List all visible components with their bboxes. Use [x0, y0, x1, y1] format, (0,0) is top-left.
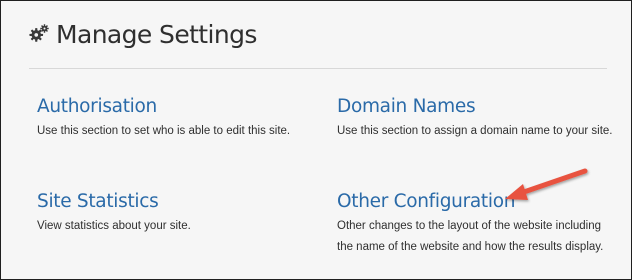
other-configuration-description: Other changes to the layout of the websi…	[337, 216, 603, 258]
site-statistics-link[interactable]: Site Statistics	[37, 191, 191, 213]
page-header: Manage Settings	[28, 17, 257, 51]
manage-settings-panel: Manage Settings Authorisation Use this s…	[0, 0, 632, 280]
other-configuration-description-line: the name of the website and how the resu…	[337, 241, 604, 253]
header-divider	[29, 68, 607, 69]
section-authorisation: Authorisation Use this section to set wh…	[37, 96, 290, 142]
page-title: Manage Settings	[56, 19, 257, 49]
gears-icon	[29, 24, 49, 42]
authorisation-link[interactable]: Authorisation	[37, 96, 290, 118]
section-domain-names: Domain Names Use this section to assign …	[337, 96, 613, 142]
other-configuration-description-line: Other changes to the layout of the websi…	[337, 220, 602, 232]
arrow-pointer-icon	[505, 168, 588, 200]
site-statistics-description: View statistics about your site.	[37, 220, 191, 232]
authorisation-description: Use this section to set who is able to e…	[37, 125, 291, 137]
domain-names-description: Use this section to assign a domain name…	[337, 125, 613, 137]
section-site-statistics: Site Statistics View statistics about yo…	[37, 191, 191, 237]
domain-names-link[interactable]: Domain Names	[337, 96, 613, 118]
